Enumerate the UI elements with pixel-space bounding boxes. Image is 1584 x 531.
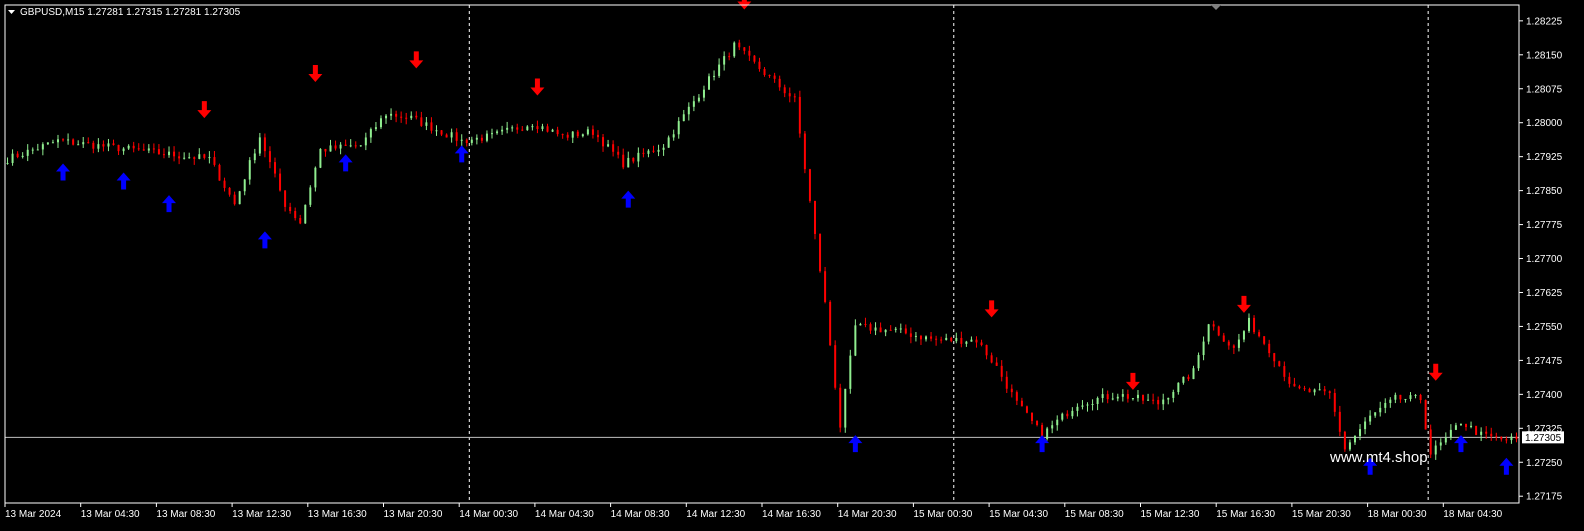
price-tick-label: 1.28075 [1526,84,1563,95]
candle-161 [819,233,822,273]
time-tick-label: 14 Mar 12:30 [686,509,745,520]
time-tick-label: 13 Mar 04:30 [81,509,140,520]
price-tick-label: 1.27775 [1526,220,1563,231]
price-tick-label: 1.27925 [1526,152,1563,163]
candle-202 [1025,405,1028,414]
candle-158 [803,130,806,174]
candle-291 [1475,425,1478,436]
price-tick-label: 1.27850 [1526,186,1563,197]
time-tick-label: 13 Mar 16:30 [308,509,367,520]
time-tick-label: 14 Mar 04:30 [535,509,594,520]
time-tick-label: 18 Mar 00:30 [1368,509,1427,520]
price-tick-label: 1.27400 [1526,390,1563,401]
time-tick-label: 15 Mar 20:30 [1292,509,1351,520]
candle-164 [834,340,837,390]
candle-62 [319,148,322,169]
time-tick-label: 18 Mar 04:30 [1443,509,1502,520]
time-tick-label: 13 Mar 08:30 [156,509,215,520]
candle-240 [1217,325,1220,337]
time-tick-label: 15 Mar 00:30 [913,509,972,520]
price-axis: 1.28225 1.28150 1.28075 1.28000 1.27925 1.278… [1519,16,1563,503]
price-tick-label: 1.27550 [1526,322,1563,333]
time-tick-label: 15 Mar 08:30 [1065,509,1124,520]
price-chart[interactable]: 1.28225 1.28150 1.28075 1.28000 1.27925 1.278… [0,0,1584,531]
candle-252 [1278,360,1281,367]
candle-166 [844,388,847,433]
time-tick-label: 15 Mar 12:30 [1141,509,1200,520]
time-tick-label: 14 Mar 00:30 [459,509,518,520]
candle-159 [808,168,811,203]
candle-282 [1429,424,1432,459]
candle-206 [1046,426,1049,441]
candle-281 [1424,399,1427,430]
time-tick-label: 15 Mar 04:30 [989,509,1048,520]
time-tick-label: 14 Mar 20:30 [838,509,897,520]
time-tick-label: 13 Mar 2024 [5,509,62,520]
time-tick-label: 15 Mar 16:30 [1216,509,1275,520]
price-tick-label: 1.28000 [1526,118,1563,129]
candle-247 [1253,315,1256,335]
candle-46 [238,190,241,205]
candle-60 [309,185,312,208]
candle-163 [829,300,832,347]
time-tick-label: 14 Mar 08:30 [611,509,670,520]
time-tick-label: 14 Mar 16:30 [762,509,821,520]
candle-160 [813,200,816,240]
price-tick-label: 1.28225 [1526,16,1563,27]
time-tick-label: 13 Mar 20:30 [384,509,443,520]
candle-162 [824,266,827,304]
candle-236 [1197,352,1200,371]
candle-157 [798,90,801,138]
price-tick-label: 1.28150 [1526,50,1563,61]
price-tick-label: 1.27625 [1526,288,1563,299]
symbol-info-line: GBPUSD,M15 1.27281 1.27315 1.27281 1.273… [20,7,241,18]
price-box: 1.27305 [1522,431,1564,444]
candle-59 [304,204,307,224]
candle-42 [218,163,221,181]
candle-238 [1207,323,1210,345]
price-tick-label: 1.27700 [1526,254,1563,265]
candle-144 [733,41,736,58]
price-tick-label: 1.27475 [1526,356,1563,367]
current-price-label: 1.27305 [1525,433,1562,444]
price-tick-label: 1.27175 [1526,492,1563,503]
watermark-text: www.mt4.shop [1329,449,1428,466]
price-tick-label: 1.27250 [1526,458,1563,469]
time-tick-label: 13 Mar 12:30 [232,509,291,520]
candle-165 [839,383,842,433]
candle-167 [849,349,852,394]
